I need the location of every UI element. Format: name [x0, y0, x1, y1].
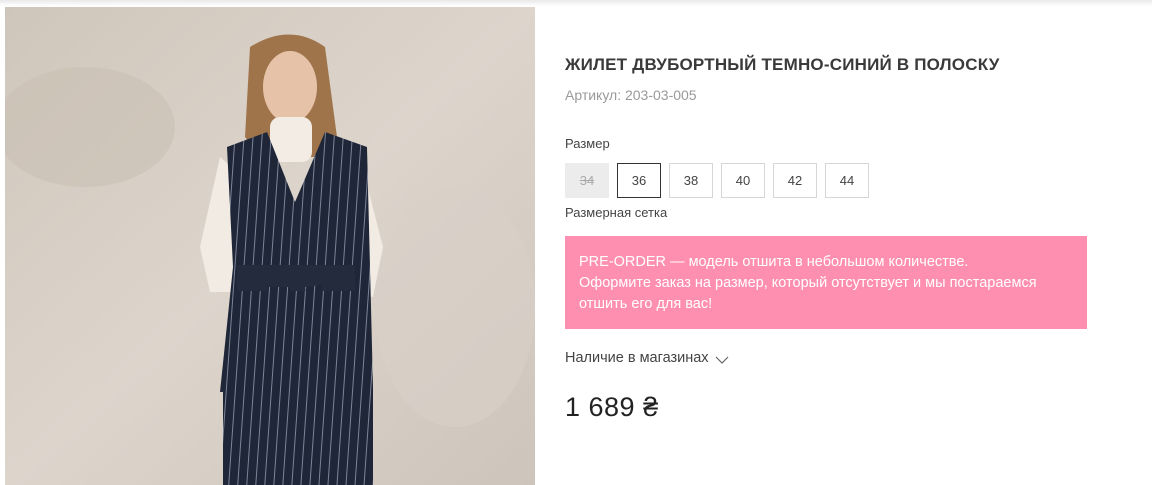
- product-sku: Артикул: 203-03-005: [565, 87, 697, 103]
- preorder-notice: PRE-ORDER — модель отшита в небольшом ко…: [565, 236, 1087, 329]
- store-availability-toggle[interactable]: Наличие в магазинах: [565, 350, 729, 366]
- store-availability-label: Наличие в магазинах: [565, 350, 709, 366]
- size-option-44[interactable]: 44: [825, 163, 869, 198]
- size-option-42[interactable]: 42: [773, 163, 817, 198]
- size-selector: 34 36 38 40 42 44: [565, 163, 869, 198]
- preorder-line-2: Оформите заказ на размер, который отсутс…: [579, 275, 1037, 291]
- size-option-34[interactable]: 34: [565, 163, 609, 198]
- chevron-down-icon: [715, 353, 729, 364]
- size-option-36[interactable]: 36: [617, 163, 661, 198]
- sku-label: Артикул:: [565, 87, 622, 103]
- size-option-40[interactable]: 40: [721, 163, 765, 198]
- preorder-line-3: отшить его для вас!: [579, 296, 713, 312]
- size-chart-link[interactable]: Размерная сетка: [565, 205, 667, 220]
- product-page: ЖИЛЕТ ДВУБОРТНЫЙ ТЕМНО-СИНИЙ В ПОЛОСКУ А…: [0, 0, 1152, 485]
- product-photo[interactable]: [5, 7, 535, 485]
- product-price: 1 689 ₴: [565, 392, 659, 422]
- product-title: ЖИЛЕТ ДВУБОРТНЫЙ ТЕМНО-СИНИЙ В ПОЛОСКУ: [565, 55, 1000, 74]
- sku-value: 203-03-005: [624, 87, 697, 103]
- product-info: ЖИЛЕТ ДВУБОРТНЫЙ ТЕМНО-СИНИЙ В ПОЛОСКУ А…: [565, 0, 1125, 485]
- size-option-38[interactable]: 38: [669, 163, 713, 198]
- size-label: Размер: [565, 136, 610, 151]
- preorder-line-1: PRE-ORDER — модель отшита в небольшом ко…: [579, 254, 969, 270]
